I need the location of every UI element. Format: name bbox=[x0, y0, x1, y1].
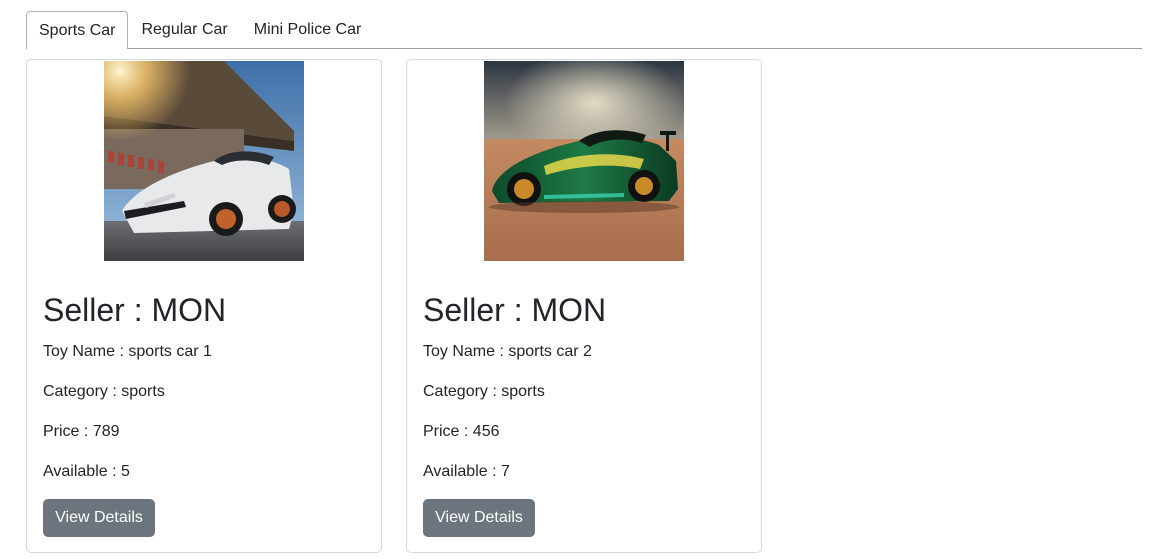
tab-mini-police-car[interactable]: Mini Police Car bbox=[241, 11, 375, 48]
toy-name: Toy Name : sports car 1 bbox=[43, 343, 212, 360]
toy-available: Available : 7 bbox=[423, 463, 510, 480]
tab-regular-car[interactable]: Regular Car bbox=[128, 11, 240, 48]
toy-name: Toy Name : sports car 2 bbox=[423, 343, 592, 360]
view-details-button[interactable]: View Details bbox=[423, 499, 535, 537]
toy-category: Category : sports bbox=[43, 383, 165, 400]
seller-name: Seller : MON bbox=[423, 292, 607, 328]
toy-category: Category : sports bbox=[423, 383, 545, 400]
car-photo-white-sports-car bbox=[104, 61, 304, 261]
tab-sports-car[interactable]: Sports Car bbox=[26, 11, 129, 49]
toy-image bbox=[484, 61, 684, 261]
category-tabs: Sports Car Regular Car Mini Police Car bbox=[26, 11, 1142, 49]
car-photo-green-sports-car bbox=[484, 61, 684, 261]
seller-name: Seller : MON bbox=[43, 292, 227, 328]
toy-available: Available : 5 bbox=[43, 463, 130, 480]
view-details-button[interactable]: View Details bbox=[43, 499, 155, 537]
toy-image bbox=[104, 61, 304, 261]
toy-card: Seller : MON Toy Name : sports car 2 Cat… bbox=[406, 59, 762, 553]
toy-price: Price : 456 bbox=[423, 423, 500, 440]
toy-card: Seller : MON Toy Name : sports car 1 Cat… bbox=[26, 59, 382, 553]
toy-price: Price : 789 bbox=[43, 423, 120, 440]
